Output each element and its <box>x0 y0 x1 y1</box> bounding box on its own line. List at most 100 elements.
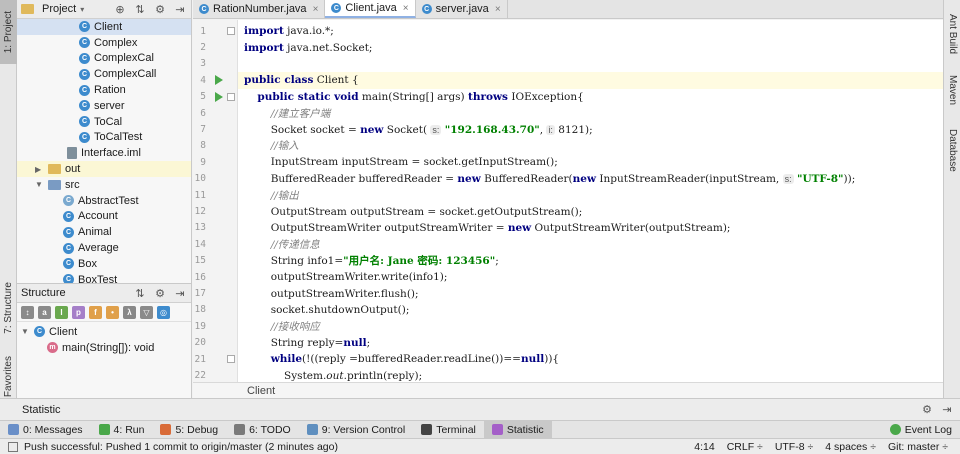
structure-item[interactable]: ▼ C Client <box>17 324 191 340</box>
structure-tool-tab[interactable]: 7: Structure <box>0 280 17 336</box>
event-log-tab[interactable]: Event Log <box>882 421 960 439</box>
tree-item[interactable]: C ComplexCal <box>17 51 191 67</box>
line-number: 11 <box>193 187 237 203</box>
editor-tab[interactable]: C Client.java × <box>325 0 416 18</box>
tree-item[interactable]: C Animal <box>17 224 191 240</box>
filter-icon[interactable]: ▽ <box>140 305 153 319</box>
autoscroll-icon[interactable]: ◎ <box>157 305 170 319</box>
database-tab[interactable]: Database <box>944 118 960 182</box>
bottom-tool-tab[interactable]: 5: Debug <box>152 421 226 439</box>
bottom-tool-tab[interactable]: 9: Version Control <box>299 421 413 439</box>
bottom-tool-tab[interactable]: 0: Messages <box>0 421 91 439</box>
editor-tab-label: server.java <box>435 3 489 15</box>
project-tree: C Client C Complex C ComplexCal C ComplexCall C R… <box>17 19 191 283</box>
sort-icon[interactable]: ⇅ <box>133 286 147 300</box>
show-lambdas-icon[interactable]: λ <box>123 305 136 319</box>
chevron-down-icon[interactable]: ▼ <box>21 327 31 336</box>
line-number: 17 <box>193 285 237 301</box>
show-fields-icon[interactable]: f <box>89 305 102 319</box>
tree-item[interactable]: C Ration <box>17 82 191 98</box>
line-number: 13 <box>193 220 237 236</box>
tree-item[interactable]: C Account <box>17 209 191 225</box>
code-text: public static void main(String[] args) t… <box>257 90 584 103</box>
java-class-icon: C <box>63 274 74 283</box>
status-message[interactable]: Push successful: Pushed 1 commit to orig… <box>24 441 338 453</box>
tree-item[interactable]: Interface.iml <box>17 145 191 161</box>
chevron-down-icon[interactable]: ▾ <box>80 5 84 14</box>
sort-by-visibility-icon[interactable]: ↕ <box>21 305 34 319</box>
code-line: import java.io.*; <box>238 23 943 39</box>
fold-icon[interactable] <box>227 27 235 35</box>
sort-alpha-icon[interactable]: a <box>38 305 51 319</box>
tree-item-label: BoxTest <box>78 273 118 283</box>
git-branch[interactable]: Git: master ÷ <box>888 441 948 453</box>
editor-tab[interactable]: Cserver.java × <box>416 0 508 18</box>
chevron-right-icon[interactable]: ▶ <box>35 165 45 174</box>
hide-icon[interactable]: ⇥ <box>173 2 187 16</box>
code-text: BufferedReader bufferedReader = new Buff… <box>244 172 856 185</box>
bottom-tool-tab[interactable]: 4: Run <box>91 421 153 439</box>
indent-setting[interactable]: 4 spaces ÷ <box>825 441 876 453</box>
line-number-text: 3 <box>200 58 206 70</box>
code-editor[interactable]: import java.io.*; import java.net.Socket;… <box>238 20 943 382</box>
tree-item[interactable]: C Average <box>17 240 191 256</box>
fold-icon[interactable] <box>227 355 235 363</box>
editor-tab[interactable]: C RationNumber.java × <box>193 0 326 18</box>
code-line: //建立客户端 <box>238 105 943 121</box>
locate-icon[interactable]: ⊕ <box>113 2 127 16</box>
tree-item[interactable]: C ComplexCall <box>17 66 191 82</box>
breadcrumb[interactable]: Client <box>193 382 943 398</box>
line-number-text: 13 <box>194 222 206 234</box>
bottom-tool-tab[interactable]: 6: TODO <box>226 421 299 439</box>
ant-build-tab[interactable]: Ant Build <box>944 4 960 64</box>
show-inherited-icon[interactable]: I <box>55 305 68 319</box>
tree-item[interactable]: ▼ src <box>17 177 191 193</box>
structure-tool-tab-label: 7: Structure <box>3 282 14 334</box>
tree-item[interactable]: C AbstractTest <box>17 193 191 209</box>
panel-toggle-icon[interactable] <box>8 441 18 452</box>
folder-icon <box>48 179 61 190</box>
project-tool-tab[interactable]: 1: Project <box>0 0 17 64</box>
breadcrumb-item[interactable]: Client <box>247 385 275 397</box>
tree-item[interactable]: C Box <box>17 256 191 272</box>
gear-icon[interactable]: ⚙ <box>153 286 167 300</box>
project-panel-title[interactable]: Project <box>42 3 76 15</box>
gear-icon[interactable]: ⚙ <box>153 2 167 16</box>
tree-item[interactable]: C Client <box>17 19 191 35</box>
run-icon[interactable] <box>215 75 223 86</box>
maven-tab[interactable]: Maven <box>944 66 960 114</box>
tree-item-label: Box <box>78 257 97 270</box>
code-text: //建立客户端 <box>270 107 331 120</box>
chevron-down-icon[interactable]: ▼ <box>35 180 45 189</box>
line-number: 7 <box>193 121 237 137</box>
line-separator[interactable]: CRLF ÷ <box>727 441 763 453</box>
tree-item[interactable]: C ToCalTest <box>17 130 191 146</box>
line-number-text: 12 <box>194 206 206 218</box>
tree-item[interactable]: C Complex <box>17 35 191 51</box>
close-icon[interactable]: × <box>495 4 501 15</box>
bottom-tool-tab[interactable]: Statistic <box>483 420 552 439</box>
tree-item-label: Animal <box>78 226 112 239</box>
tree-item[interactable]: C ToCal <box>17 114 191 130</box>
close-icon[interactable]: × <box>403 3 409 14</box>
file-encoding[interactable]: UTF-8 ÷ <box>775 441 813 453</box>
close-icon[interactable]: × <box>313 4 319 15</box>
show-non-public-icon[interactable]: • <box>106 305 119 319</box>
collapse-icon[interactable]: ⇅ <box>133 2 147 16</box>
structure-item[interactable]: m main(String[]): void <box>17 340 191 356</box>
event-log-icon <box>889 424 901 435</box>
left-tool-strip: 1: Project 7: Structure 2: Favorites <box>0 0 17 424</box>
fold-icon[interactable] <box>227 92 235 101</box>
hide-icon[interactable]: ⇥ <box>173 286 187 300</box>
tree-item[interactable]: Cserver <box>17 98 191 114</box>
gear-icon[interactable]: ⚙ <box>920 403 934 417</box>
show-properties-icon[interactable]: p <box>72 305 85 319</box>
hide-icon[interactable]: ⇥ <box>940 403 954 417</box>
run-icon[interactable] <box>215 91 223 102</box>
caret-position[interactable]: 4:14 <box>694 441 714 453</box>
tree-item[interactable]: C BoxTest <box>17 272 191 283</box>
bottom-tool-tab[interactable]: Terminal <box>413 421 484 439</box>
line-number-text: 4 <box>200 74 206 86</box>
tree-item[interactable]: ▶ out <box>17 161 191 177</box>
code-text: String info1="用户名: Jane 密码: 123456"; <box>244 255 499 268</box>
